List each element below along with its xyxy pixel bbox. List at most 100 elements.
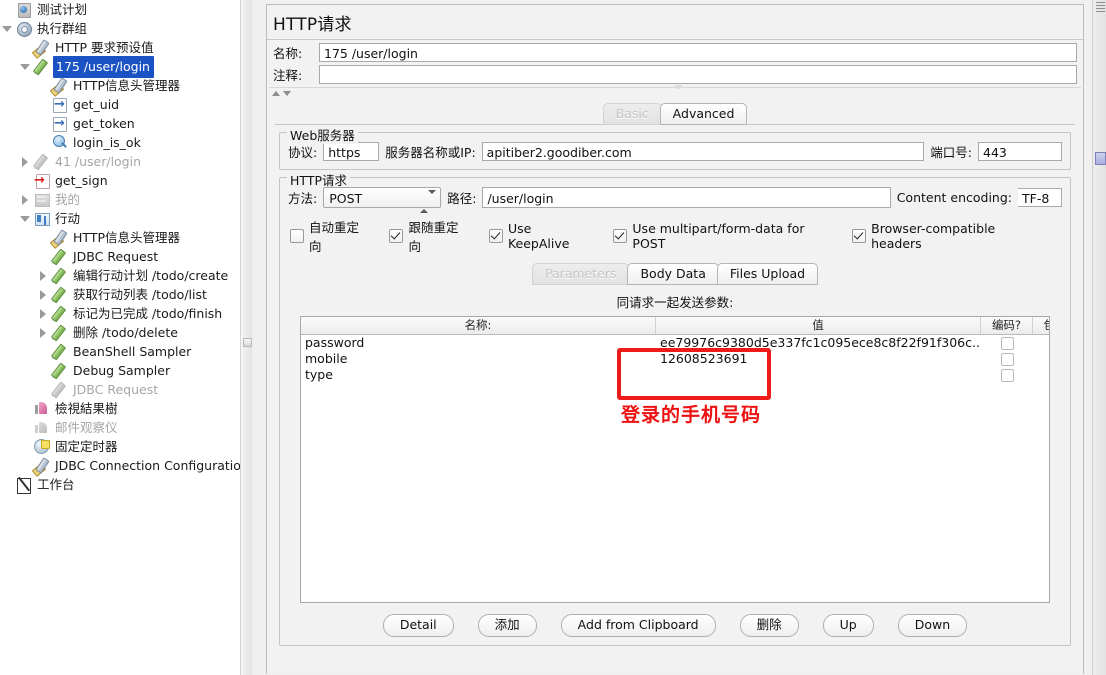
method-select[interactable]: POST	[323, 187, 442, 213]
tree-toggle-expanded-icon[interactable]	[20, 61, 31, 72]
button-[interactable]: 删除	[739, 614, 799, 637]
split-pane-grip[interactable]	[243, 338, 252, 347]
tree-item-15[interactable]: 获取行动列表 /todo/list	[0, 285, 240, 304]
port-label: 端口号:	[930, 145, 972, 160]
tree-toggle-expanded-icon[interactable]	[20, 213, 31, 224]
cell-name[interactable]: mobile	[301, 351, 656, 367]
collapse-down-icon[interactable]	[283, 91, 291, 96]
tree-item-24[interactable]: JDBC Connection Configuration	[0, 456, 240, 475]
option-label: 跟随重定向	[408, 220, 459, 254]
column-header-include-equals[interactable]: 包含等于?	[1033, 317, 1049, 334]
edge-chip-icon[interactable]	[1095, 152, 1106, 165]
path-input[interactable]: /user/login	[482, 187, 891, 208]
tree-item-23[interactable]: 固定定时器	[0, 437, 240, 456]
option-2[interactable]: Use KeepAlive	[488, 221, 591, 251]
tree-item-12[interactable]: HTTP信息头管理器	[0, 228, 240, 247]
tree-item-20[interactable]: JDBC Request	[0, 380, 240, 399]
cell-value[interactable]: ee79976c9380d5e337fc1c095ece8c8f22f91f30…	[656, 335, 981, 351]
tree-toggle-collapsed-icon[interactable]	[20, 194, 31, 205]
tree-item-22[interactable]: 邮件观察仪	[0, 418, 240, 437]
tab-parameters[interactable]: Parameters	[531, 263, 630, 285]
column-header-name[interactable]: 名称:	[301, 317, 656, 334]
server-input[interactable]: apitiber2.goodiber.com	[481, 142, 925, 161]
tree-item-2[interactable]: HTTP 要求预设值	[0, 38, 240, 57]
button-up[interactable]: Up	[822, 614, 874, 637]
tree-item-8[interactable]: 41 /user/login	[0, 152, 240, 171]
tree-item-label: 175 /user/login	[53, 55, 154, 78]
cell-include-equals[interactable]	[1033, 353, 1049, 366]
button-add-from-clipboard[interactable]: Add from Clipboard	[560, 614, 716, 637]
option-0[interactable]: 自动重定向	[290, 217, 367, 255]
tree-item-4[interactable]: HTTP信息头管理器	[0, 76, 240, 95]
tab-advanced[interactable]: Advanced	[659, 103, 748, 125]
encode-checkbox-icon[interactable]	[1000, 352, 1014, 366]
test-plan-tree[interactable]: 测试计划 执行群组 HTTP 要求预设值 175 /user/login HTTP信息头…	[0, 0, 240, 675]
menu-stripes-icon[interactable]	[1096, 2, 1105, 12]
button-[interactable]: 添加	[477, 614, 537, 637]
tree-toggle-collapsed-icon[interactable]	[20, 156, 31, 167]
table-row[interactable]: mobile 12608523691	[301, 351, 1049, 367]
tree-item-21[interactable]: 檢視結果樹	[0, 399, 240, 418]
tree-item-13[interactable]: JDBC Request	[0, 247, 240, 266]
name-input[interactable]: 175 /user/login	[319, 43, 1077, 62]
tree-item-1[interactable]: 执行群组	[0, 19, 240, 38]
cell-encode[interactable]	[981, 352, 1033, 366]
comment-input[interactable]	[319, 65, 1077, 84]
tree-item-19[interactable]: Debug Sampler	[0, 361, 240, 380]
parameters-table[interactable]: 名称: 值 编码? 包含等于? passwordee79976c9380d5e3…	[300, 316, 1050, 603]
column-header-encode[interactable]: 编码?	[981, 317, 1033, 334]
table-row[interactable]: type	[301, 367, 1049, 383]
main-tabs[interactable]: Basic Advanced	[267, 103, 1083, 125]
tree-item-11[interactable]: 行动	[0, 209, 240, 228]
option-3[interactable]: Use multipart/form-data for POST	[613, 221, 830, 251]
constant-timer-icon	[33, 438, 50, 455]
collapse-up-icon[interactable]	[272, 91, 280, 96]
cell-include-equals[interactable]	[1033, 337, 1049, 350]
checkbox-icon[interactable]	[389, 229, 404, 243]
option-1[interactable]: 跟随重定向	[389, 217, 466, 255]
checkbox-icon[interactable]	[613, 229, 628, 243]
tree-toggle-collapsed-icon[interactable]	[38, 308, 49, 319]
tree-toggle-expanded-icon[interactable]	[2, 23, 13, 34]
tree-item-14[interactable]: 编辑行动计划 /todo/create	[0, 266, 240, 285]
button-detail[interactable]: Detail	[382, 614, 454, 637]
cell-name[interactable]: password	[301, 335, 656, 351]
option-4[interactable]: Browser-compatible headers	[852, 221, 1040, 251]
tree-toggle-collapsed-icon[interactable]	[38, 270, 49, 281]
cell-encode[interactable]	[981, 368, 1033, 382]
tree-item-9[interactable]: get_sign	[0, 171, 240, 190]
tree-item-18[interactable]: BeanShell Sampler	[0, 342, 240, 361]
cell-include-equals[interactable]	[1033, 369, 1049, 382]
tab-body-data[interactable]: Body Data	[627, 263, 719, 285]
cell-name[interactable]: type	[301, 367, 656, 383]
tab-basic[interactable]: Basic	[602, 103, 662, 125]
encode-checkbox-icon[interactable]	[1000, 368, 1014, 382]
tree-item-5[interactable]: get_uid	[0, 95, 240, 114]
protocol-input[interactable]: https	[323, 142, 380, 161]
checkbox-icon[interactable]	[852, 229, 867, 243]
encode-checkbox-icon[interactable]	[1000, 336, 1014, 350]
tree-item-10[interactable]: 我的	[0, 190, 240, 209]
content-encoding-input[interactable]: TF-8	[1018, 188, 1062, 207]
tree-item-25[interactable]: 工作台	[0, 475, 240, 494]
tree-toggle-collapsed-icon[interactable]	[38, 289, 49, 300]
checkbox-icon[interactable]	[488, 229, 503, 243]
tree-item-7[interactable]: login_is_ok	[0, 133, 240, 152]
data-tabs[interactable]: Parameters Body Data Files Upload	[288, 263, 1062, 285]
cell-encode[interactable]	[981, 336, 1033, 350]
button-down[interactable]: Down	[897, 614, 968, 637]
port-input[interactable]: 443	[978, 142, 1062, 161]
tree-item-6[interactable]: get_token	[0, 114, 240, 133]
tree-item-0[interactable]: 测试计划	[0, 0, 240, 19]
tree-item-17[interactable]: 删除 /todo/delete	[0, 323, 240, 342]
tree-item-3[interactable]: 175 /user/login	[0, 55, 240, 78]
tab-files-upload[interactable]: Files Upload	[716, 263, 819, 285]
checkbox-icon[interactable]	[290, 229, 304, 243]
cell-value[interactable]: 12608523691	[656, 351, 981, 367]
column-header-value[interactable]: 值	[656, 317, 981, 334]
tree-item-16[interactable]: 标记为已完成 /todo/finish	[0, 304, 240, 323]
table-row[interactable]: password ee79976c9380d5e337fc1c095ece8c8f…	[301, 335, 1049, 351]
tree-toggle-spacer	[20, 460, 31, 471]
pane-expander-handle[interactable]	[675, 85, 682, 89]
tree-toggle-collapsed-icon[interactable]	[38, 327, 49, 338]
